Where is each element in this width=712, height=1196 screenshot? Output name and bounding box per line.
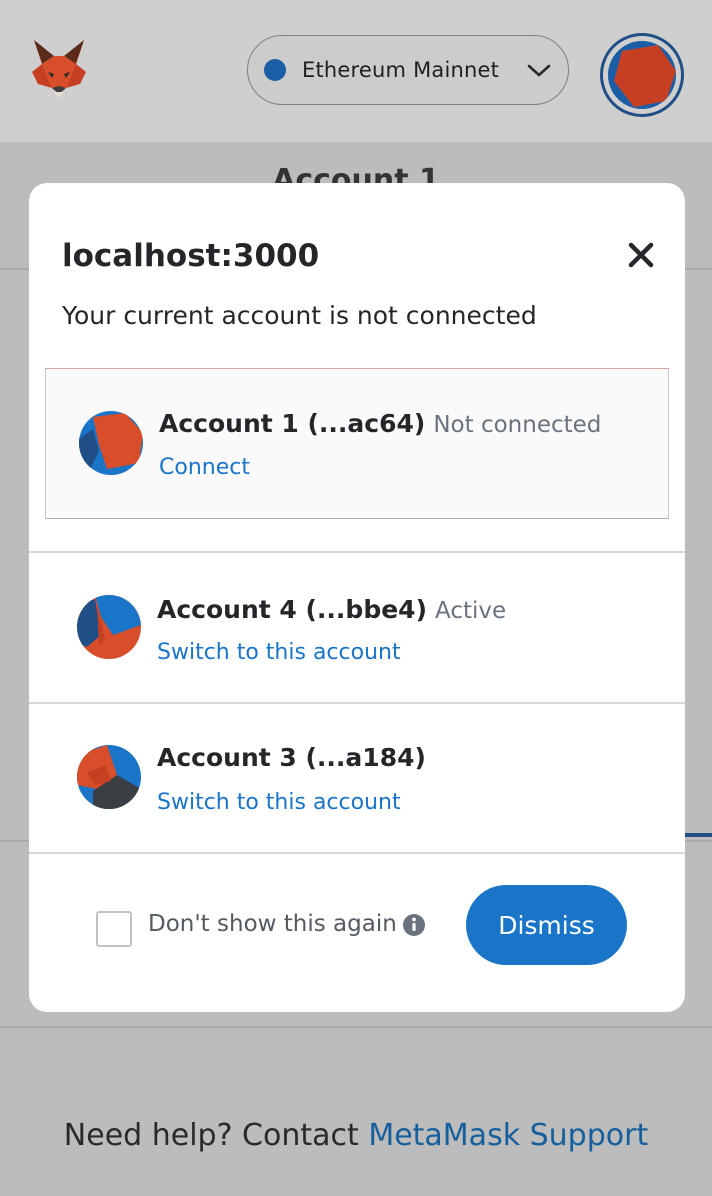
account-name: Account 1 (...ac64) Not connected — [159, 409, 601, 438]
dont-show-again-label: Don't show this again — [148, 911, 397, 937]
account-row: Account 4 (...bbe4) Active Switch to this… — [29, 553, 685, 701]
connected-accounts-modal: localhost:3000 Your current account is n… — [29, 183, 685, 1012]
account-row-current: Account 1 (...ac64) Not connected Connect — [45, 368, 669, 519]
jazzicon-avatar-icon — [608, 41, 676, 109]
chevron-down-icon — [526, 59, 552, 81]
help-text: Need help? Contact MetaMask Support — [0, 1118, 712, 1153]
dont-show-again-checkbox[interactable] — [96, 911, 132, 947]
metamask-fox-icon[interactable] — [30, 36, 88, 100]
account-row: Account 3 (...a184) Switch to this accou… — [29, 703, 685, 851]
connect-link[interactable]: Connect — [159, 455, 250, 480]
account-avatar — [77, 595, 141, 659]
account-avatar — [79, 411, 143, 475]
modal-subtitle: Your current account is not connected — [62, 301, 537, 330]
divider — [29, 852, 685, 854]
account-name: Account 4 (...bbe4) Active — [157, 595, 506, 624]
dismiss-button[interactable]: Dismiss — [466, 885, 627, 965]
network-selector[interactable]: Ethereum Mainnet — [247, 35, 569, 105]
app-header: Ethereum Mainnet — [0, 0, 712, 142]
switch-account-link[interactable]: Switch to this account — [157, 640, 401, 665]
network-status-dot — [264, 59, 286, 81]
account-name-text: Account 4 (...bbe4) — [157, 595, 427, 624]
switch-account-link[interactable]: Switch to this account — [157, 790, 401, 815]
account-status: Active — [435, 598, 507, 624]
account-avatar — [77, 745, 141, 809]
network-label: Ethereum Mainnet — [302, 58, 500, 82]
account-menu-avatar[interactable] — [600, 33, 684, 117]
account-name-text: Account 3 (...a184) — [157, 743, 426, 772]
info-icon[interactable] — [402, 913, 426, 937]
tab-indicator — [684, 833, 712, 837]
modal-title: localhost:3000 — [62, 238, 320, 274]
metamask-support-link[interactable]: MetaMask Support — [368, 1118, 648, 1153]
close-icon[interactable] — [627, 241, 655, 269]
account-name: Account 3 (...a184) — [157, 743, 434, 772]
help-prefix: Need help? Contact — [63, 1118, 359, 1153]
account-status: Not connected — [433, 412, 602, 438]
account-name-text: Account 1 (...ac64) — [159, 409, 426, 438]
divider — [0, 1026, 712, 1028]
